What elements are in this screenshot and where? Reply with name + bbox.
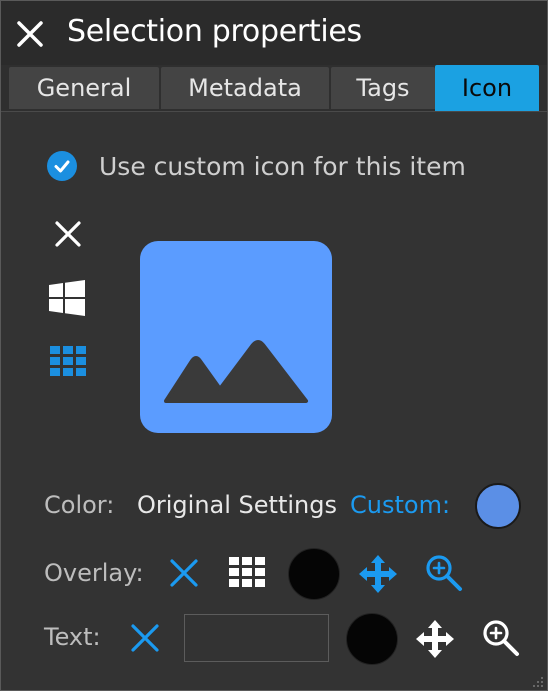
overlay-color-swatch[interactable] (288, 548, 340, 600)
close-icon (55, 221, 81, 247)
zoom-in-icon (483, 620, 519, 656)
icon-option-none[interactable] (53, 219, 83, 249)
text-none-button[interactable] (129, 622, 161, 654)
overlay-zoom-button[interactable] (425, 554, 463, 592)
resize-grip-icon (533, 677, 543, 687)
title-bar: Selection properties (1, 1, 547, 67)
text-color-swatch[interactable] (346, 613, 398, 665)
color-custom-link[interactable]: Custom: (350, 491, 450, 519)
move-arrows-icon (359, 555, 397, 593)
close-icon (131, 624, 159, 652)
overlay-grid-button[interactable] (229, 557, 265, 587)
resize-grip[interactable] (531, 674, 545, 688)
close-icon (170, 559, 198, 587)
text-move-button[interactable] (414, 618, 456, 660)
text-zoom-button[interactable] (482, 619, 520, 657)
checkbox-checked-icon (47, 151, 77, 181)
move-arrows-icon (416, 620, 454, 658)
use-custom-icon-checkbox[interactable]: Use custom icon for this item (47, 148, 466, 184)
overlay-text-input[interactable] (184, 614, 329, 662)
grid-icon (229, 557, 265, 587)
window-title: Selection properties (67, 14, 362, 49)
overlay-label: Overlay: (44, 559, 144, 587)
tab-icon[interactable]: Icon (435, 65, 539, 111)
grid-icon (50, 346, 86, 376)
tab-bar: General Metadata Tags Icon (1, 65, 547, 112)
image-mountains-icon (164, 340, 308, 403)
tab-tags[interactable]: Tags (331, 67, 435, 109)
icon-option-windows[interactable] (49, 280, 85, 316)
tab-general[interactable]: General (9, 67, 159, 109)
tab-metadata[interactable]: Metadata (161, 67, 329, 109)
overlay-none-button[interactable] (168, 557, 200, 589)
icon-option-grid[interactable] (50, 346, 86, 376)
windows-logo-icon (49, 280, 85, 316)
color-label: Color: (44, 491, 115, 519)
text-label: Text: (44, 623, 101, 651)
close-button[interactable] (15, 19, 45, 49)
zoom-in-icon (426, 555, 462, 591)
checkbox-label: Use custom icon for this item (99, 151, 466, 181)
overlay-move-button[interactable] (357, 553, 399, 595)
selection-properties-panel: Selection properties General Metadata Ta… (0, 0, 548, 691)
icon-preview (140, 241, 332, 433)
color-swatch[interactable] (475, 483, 521, 529)
close-icon (17, 21, 43, 47)
color-original-settings[interactable]: Original Settings (137, 491, 337, 519)
